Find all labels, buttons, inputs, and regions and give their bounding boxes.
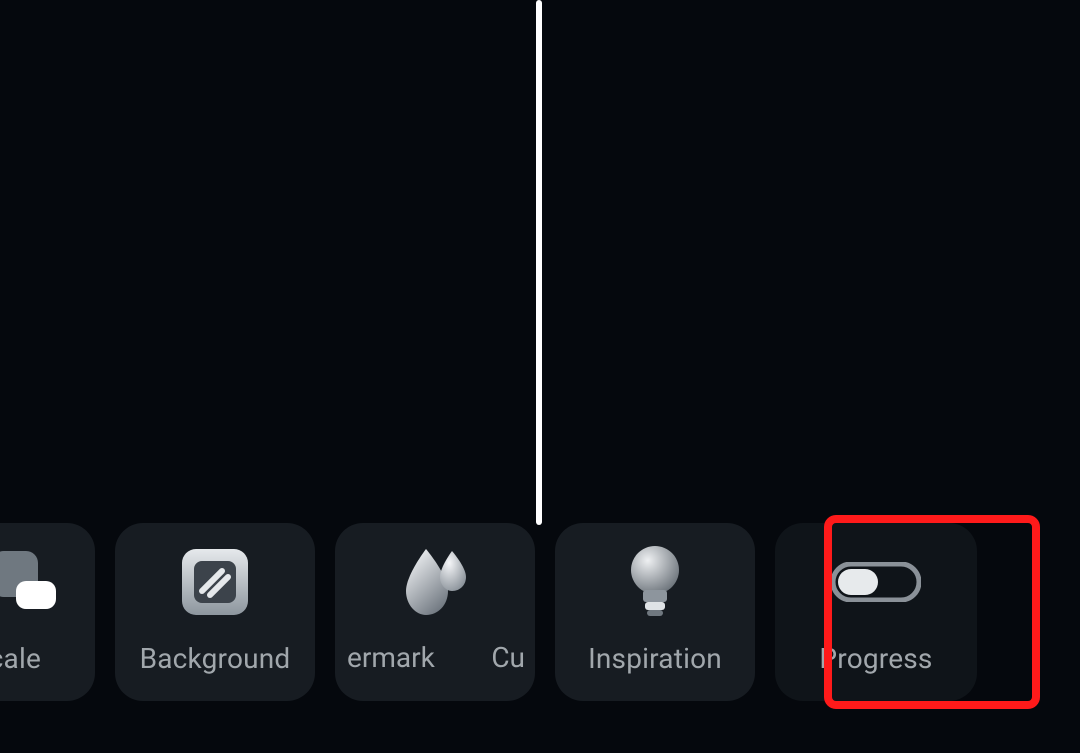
tool-inspiration[interactable]: Inspiration	[555, 523, 755, 701]
watermark-icon	[402, 549, 468, 613]
tool-watermark[interactable]: ermark Cu	[335, 523, 535, 701]
tool-progress[interactable]: Progress	[775, 523, 977, 701]
tool-scale-label: scale	[0, 642, 41, 675]
tool-progress-label: Progress	[819, 642, 932, 675]
tool-watermark-label-right: Cu	[491, 641, 525, 674]
tool-watermark-label-left: ermark	[347, 641, 435, 674]
tool-background-label: Background	[140, 642, 291, 675]
canvas-area	[0, 0, 1080, 525]
lightbulb-icon	[627, 550, 683, 614]
tool-inspiration-label: Inspiration	[588, 642, 722, 675]
toggle-icon	[831, 550, 921, 614]
scale-icon	[0, 550, 64, 614]
bottom-toolbar: scale Background	[0, 523, 1080, 701]
tool-background[interactable]: Background	[115, 523, 315, 701]
center-divider-line	[536, 0, 542, 525]
background-icon	[180, 550, 250, 614]
tool-scale[interactable]: scale	[0, 523, 95, 701]
